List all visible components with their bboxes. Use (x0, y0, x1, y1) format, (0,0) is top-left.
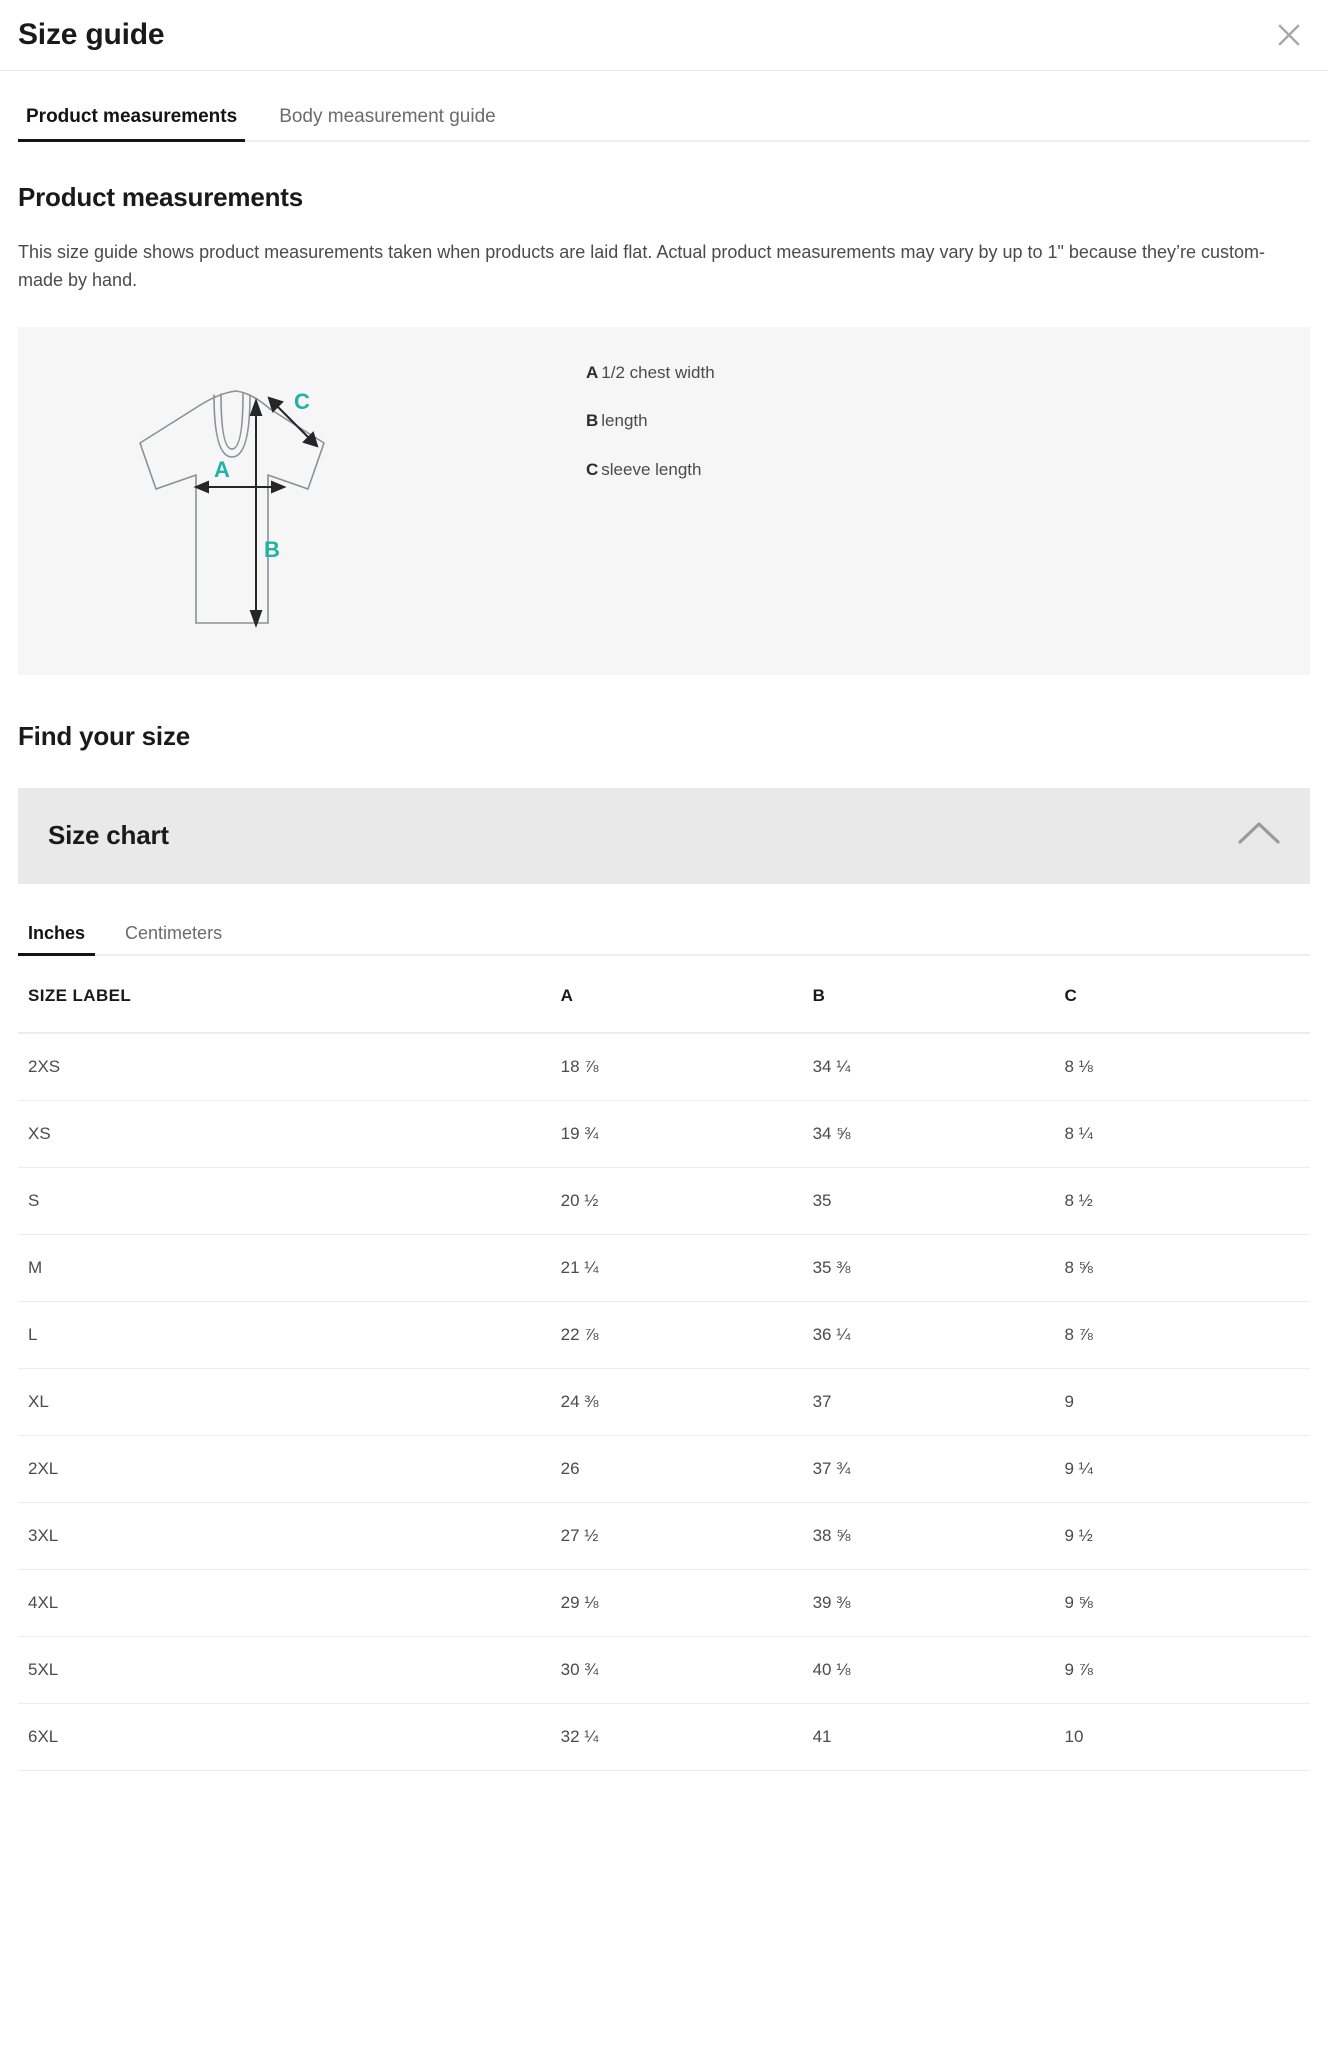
legend-key-a: A (586, 362, 599, 382)
table-row: 2XS 18 ⅞ 34 ¼ 8 ⅛ (18, 1032, 1310, 1101)
table-row: M 21 ¼ 35 ⅜ 8 ⅝ (18, 1234, 1310, 1302)
find-your-size-heading: Find your size (18, 720, 191, 751)
table-row: L 22 ⅞ 36 ¼ 8 ⅞ (18, 1301, 1310, 1369)
legend-item-a: A 1/2 chest width (586, 363, 715, 383)
cell-b: 36 ¼ (812, 1301, 1065, 1369)
cell-size-label: L (18, 1301, 561, 1369)
size-chart-body: 2XS 18 ⅞ 34 ¼ 8 ⅛ XS 19 ¾ 34 ⅝ 8 ¼ S 20 … (18, 1032, 1310, 1771)
cell-a: 32 ¼ (560, 1703, 813, 1771)
tab-body-measurement-guide[interactable]: Body measurement guide (271, 106, 504, 142)
cell-a: 24 ⅜ (560, 1368, 813, 1436)
cell-size-label: XL (18, 1368, 561, 1436)
cell-a: 19 ¾ (560, 1100, 813, 1168)
size-chart-table: SIZE LABEL A B C 2XS 18 ⅞ 34 ¼ 8 ⅛ XS 19… (18, 955, 1310, 1771)
tab-product-measurements[interactable]: Product measurements (18, 106, 246, 142)
cell-a: 26 (560, 1435, 813, 1503)
cell-a: 30 ¾ (560, 1636, 813, 1704)
cell-c: 9 ⅞ (1064, 1636, 1310, 1704)
legend-text-a: 1/2 chest width (601, 362, 715, 382)
cell-size-label: 2XS (18, 1032, 561, 1101)
cell-a: 22 ⅞ (560, 1301, 813, 1369)
cell-c: 8 ⅛ (1064, 1032, 1310, 1101)
cell-size-label: 2XL (18, 1435, 561, 1503)
legend-text-c: sleeve length (601, 459, 702, 479)
table-row: 6XL 32 ¼ 41 10 (18, 1703, 1310, 1771)
table-header-row: SIZE LABEL A B C (18, 955, 1310, 1034)
cell-b: 37 (812, 1368, 1065, 1436)
cell-b: 39 ⅜ (812, 1569, 1065, 1637)
table-row: XL 24 ⅜ 37 9 (18, 1368, 1310, 1436)
close-button[interactable] (1272, 18, 1306, 52)
tshirt-diagram: A B C (18, 327, 578, 675)
cell-c: 10 (1064, 1703, 1310, 1771)
cell-c: 9 (1064, 1368, 1310, 1436)
cell-a: 18 ⅞ (560, 1032, 813, 1101)
cell-c: 9 ⅝ (1064, 1569, 1310, 1637)
cell-size-label: XS (18, 1100, 561, 1168)
table-row: S 20 ½ 35 8 ½ (18, 1167, 1310, 1235)
cell-size-label: 4XL (18, 1569, 561, 1637)
legend-key-b: B (586, 411, 599, 431)
table-row: 4XL 29 ⅛ 39 ⅜ 9 ⅝ (18, 1569, 1310, 1637)
marker-label-c: C (294, 389, 310, 414)
cell-size-label: 3XL (18, 1502, 561, 1570)
cell-b: 37 ¾ (812, 1435, 1065, 1503)
legend-item-b: Blength (586, 411, 715, 431)
cell-b: 35 (812, 1167, 1065, 1235)
marker-label-a: A (214, 457, 230, 482)
legend-item-c: Csleeve length (586, 460, 715, 480)
cell-size-label: M (18, 1234, 561, 1302)
cell-a: 21 ¼ (560, 1234, 813, 1302)
column-header-b: B (812, 955, 1065, 1034)
legend-key-c: C (586, 459, 599, 479)
cell-size-label: 6XL (18, 1703, 561, 1771)
cell-c: 8 ¼ (1064, 1100, 1310, 1168)
unit-tab-inches[interactable]: Inches (18, 923, 96, 956)
cell-c: 9 ¼ (1064, 1435, 1310, 1503)
cell-a: 27 ½ (560, 1502, 813, 1570)
cell-a: 20 ½ (560, 1167, 813, 1235)
column-header-a: A (560, 955, 813, 1034)
table-row: XS 19 ¾ 34 ⅝ 8 ¼ (18, 1100, 1310, 1168)
table-row: 5XL 30 ¾ 40 ⅛ 9 ⅞ (18, 1636, 1310, 1704)
column-header-size-label: SIZE LABEL (18, 955, 561, 1034)
cell-size-label: S (18, 1167, 561, 1235)
unit-tab-centimeters[interactable]: Centimeters (115, 923, 232, 956)
cell-b: 34 ¼ (812, 1032, 1065, 1101)
marker-label-b: B (264, 537, 280, 562)
cell-b: 41 (812, 1703, 1065, 1771)
product-measurements-description: This size guide shows product measuremen… (18, 242, 1266, 290)
chevron-up-icon[interactable] (1236, 818, 1282, 853)
cell-c: 9 ½ (1064, 1502, 1310, 1570)
cell-b: 38 ⅝ (812, 1502, 1065, 1570)
cell-b: 40 ⅛ (812, 1636, 1065, 1704)
table-row: 2XL 26 37 ¾ 9 ¼ (18, 1435, 1310, 1503)
unit-tabs: Inches Centimeters (18, 894, 1310, 956)
legend-text-b: length (601, 411, 648, 431)
size-chart-title: Size chart (48, 820, 169, 851)
guide-tabs: Product measurements Body measurement gu… (0, 71, 1328, 142)
size-chart-accordion-header[interactable]: Size chart (18, 787, 1310, 884)
cell-b: 34 ⅝ (812, 1100, 1065, 1168)
product-measurements-heading: Product measurements (18, 182, 303, 212)
modal-header: Size guide (0, 0, 1328, 71)
cell-c: 8 ½ (1064, 1167, 1310, 1235)
measurement-diagram-panel: A B C A 1/2 chest width Blength Csleeve l… (18, 326, 1310, 675)
close-icon (1275, 21, 1303, 49)
page-title: Size guide (18, 18, 165, 51)
cell-c: 8 ⅝ (1064, 1234, 1310, 1302)
cell-size-label: 5XL (18, 1636, 561, 1704)
cell-b: 35 ⅜ (812, 1234, 1065, 1302)
table-row: 3XL 27 ½ 38 ⅝ 9 ½ (18, 1502, 1310, 1570)
cell-c: 8 ⅞ (1064, 1301, 1310, 1369)
column-header-c: C (1064, 955, 1310, 1034)
diagram-legend: A 1/2 chest width Blength Csleeve length (586, 363, 715, 508)
cell-a: 29 ⅛ (560, 1569, 813, 1637)
